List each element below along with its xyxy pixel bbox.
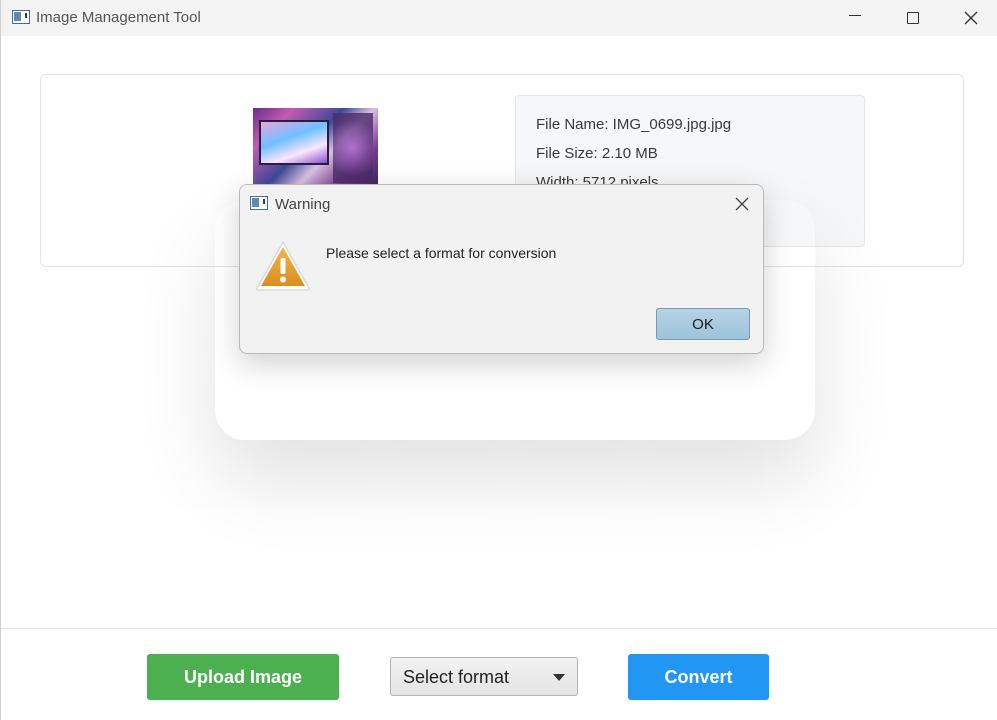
app-icon <box>12 10 30 24</box>
file-size-text: File Size: 2.10 MB <box>536 145 658 162</box>
thumbnail-glow <box>333 113 373 183</box>
maximize-icon <box>907 12 919 24</box>
window-title: Image Management Tool <box>36 9 201 26</box>
warning-icon <box>255 240 311 291</box>
close-icon <box>964 11 978 25</box>
main-window: Image Management Tool File Name: IMG_069… <box>0 0 997 720</box>
dialog-message: Please select a format for conversion <box>326 245 557 261</box>
image-thumbnail <box>253 108 378 186</box>
dialog-close-button[interactable] <box>728 191 756 217</box>
dialog-app-icon <box>250 196 268 210</box>
format-select-label: Select format <box>403 667 510 687</box>
chevron-down-icon <box>553 674 565 681</box>
bottom-separator <box>1 628 997 629</box>
thumbnail-content <box>259 120 329 165</box>
upload-image-button[interactable]: Upload Image <box>147 654 339 700</box>
dialog-title-bar[interactable]: Warning <box>240 185 763 223</box>
convert-button[interactable]: Convert <box>628 654 769 700</box>
dialog-title: Warning <box>275 196 331 213</box>
file-name-text: File Name: IMG_0699.jpg.jpg <box>536 116 732 133</box>
close-button[interactable] <box>942 0 997 36</box>
warning-dialog: Warning Please select a format for conve… <box>239 184 764 354</box>
maximize-button[interactable] <box>884 0 942 36</box>
minimize-icon <box>849 14 861 16</box>
format-select[interactable]: Select format <box>390 657 578 696</box>
minimize-button[interactable] <box>826 0 884 36</box>
title-bar[interactable]: Image Management Tool <box>1 0 997 36</box>
close-icon <box>735 197 749 211</box>
ok-button[interactable]: OK <box>656 308 750 340</box>
